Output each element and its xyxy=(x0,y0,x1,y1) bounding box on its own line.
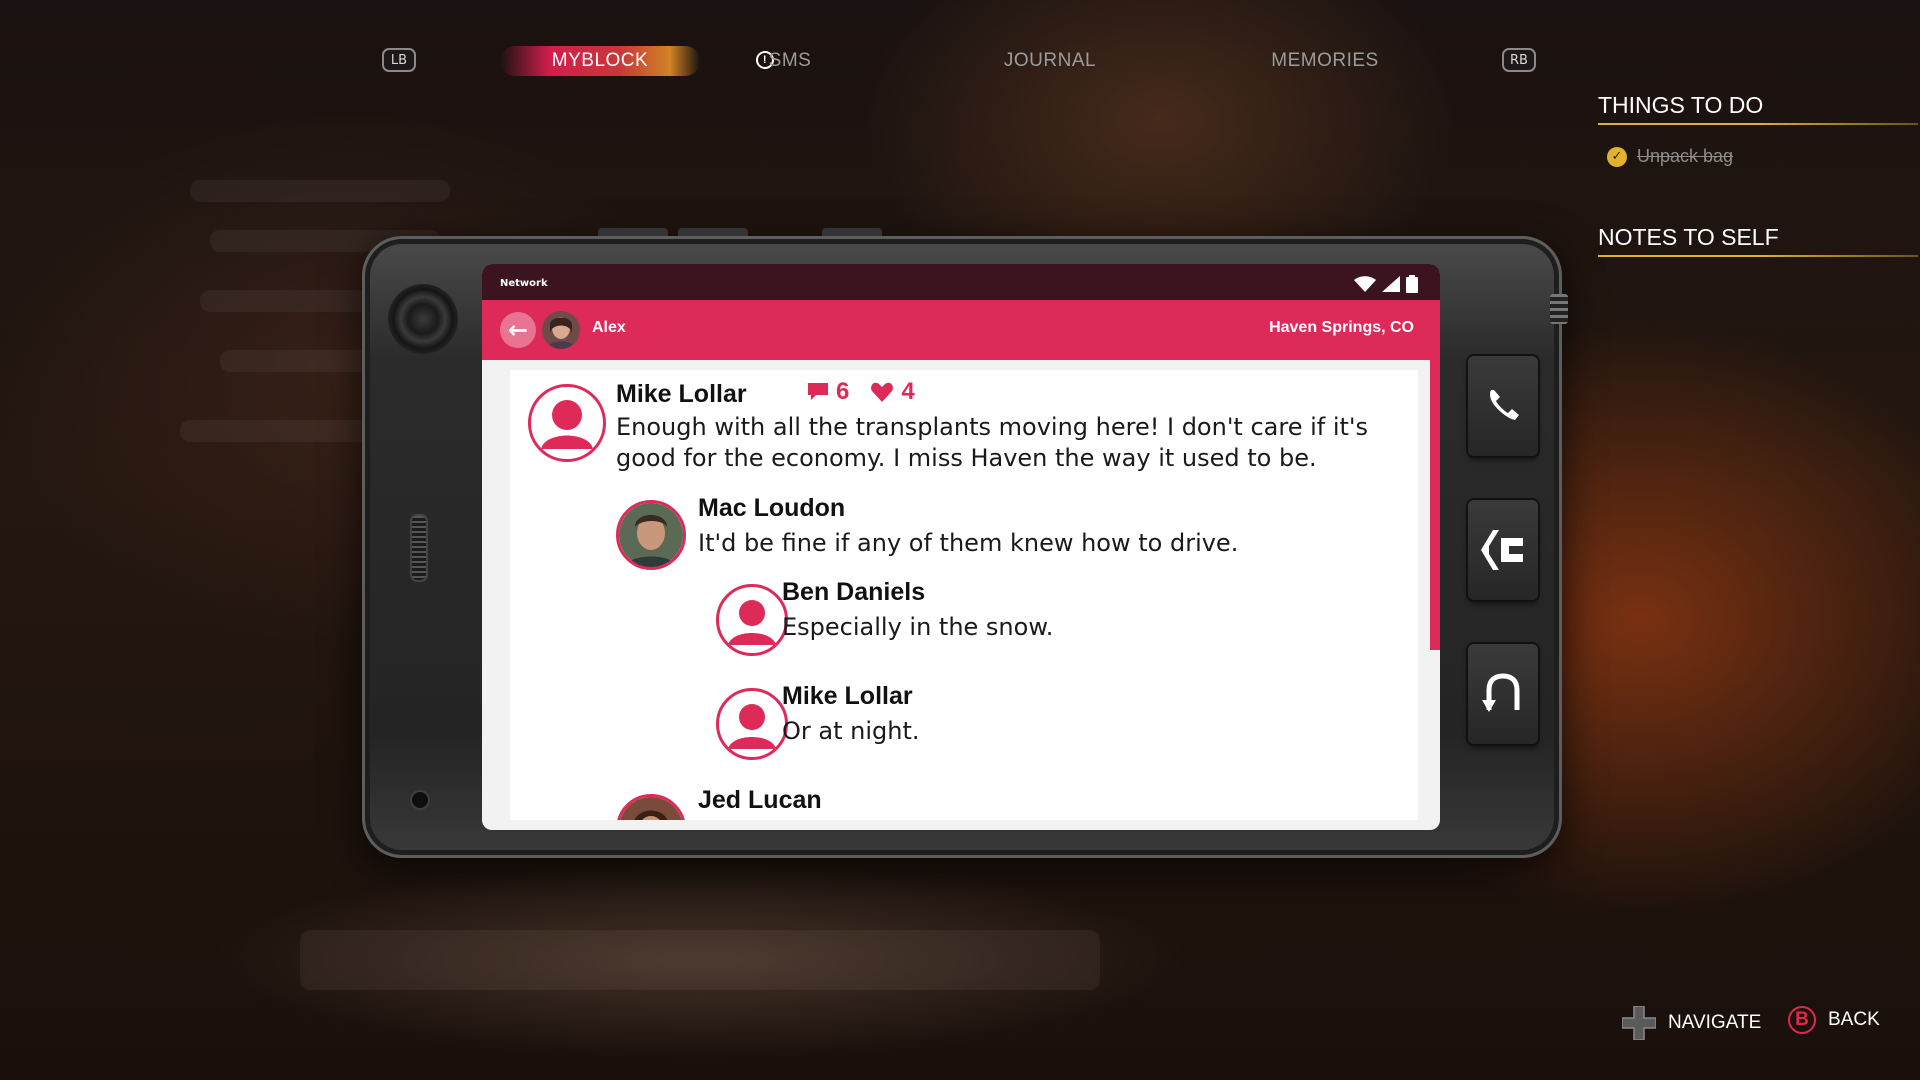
mic-dot xyxy=(410,790,430,810)
dpad-icon xyxy=(1622,1006,1656,1040)
share-icon xyxy=(1481,530,1523,570)
top-nav: LB MYBLOCK ! SMS JOURNAL MEMORIES RB xyxy=(380,38,1540,80)
avatar-default-icon xyxy=(716,688,788,760)
comment-count: 6 xyxy=(836,378,850,405)
reply-author[interactable]: Mac Loudon xyxy=(698,494,845,523)
avatar-default-icon xyxy=(716,584,788,656)
camera-lens xyxy=(388,284,458,354)
reply-author[interactable]: Ben Daniels xyxy=(782,578,925,607)
network-label: Network xyxy=(500,278,548,289)
tab-memories[interactable]: MEMORIES xyxy=(1250,46,1400,76)
reply-author[interactable]: Mike Lollar xyxy=(782,682,913,711)
phone-screen: Network ← Alex Haven Springs, CO Mike Lo… xyxy=(482,264,1440,830)
tab-myblock-label: MYBLOCK xyxy=(551,50,649,71)
back-label: BACK xyxy=(1828,1009,1880,1030)
avatar xyxy=(542,311,580,349)
reply-text: Or at night. xyxy=(782,717,920,745)
battery-icon xyxy=(1406,275,1418,293)
rb-button[interactable]: RB xyxy=(1502,48,1536,72)
speaker-grill xyxy=(410,514,428,582)
heart-icon xyxy=(871,382,894,402)
tab-journal[interactable]: JOURNAL xyxy=(980,46,1120,76)
phone-top-button xyxy=(822,228,882,236)
back-arrow-icon[interactable]: ← xyxy=(500,312,536,348)
phone-top-button xyxy=(678,228,748,236)
post-author[interactable]: Mike Lollar xyxy=(616,380,747,409)
call-key[interactable] xyxy=(1468,356,1538,456)
post-metrics: 6 4 xyxy=(808,378,915,406)
scrollbar[interactable] xyxy=(1430,360,1440,650)
avatar-default-icon xyxy=(528,384,606,462)
tab-myblock[interactable]: MYBLOCK ! xyxy=(500,46,774,76)
reply-author[interactable]: Jed Lucan xyxy=(698,786,822,815)
things-to-do-title: THINGS TO DO xyxy=(1598,92,1918,125)
avatar xyxy=(616,794,686,820)
like-count: 4 xyxy=(901,378,915,405)
b-button-icon: B xyxy=(1788,1006,1816,1034)
avatar xyxy=(616,500,686,570)
share-key[interactable] xyxy=(1468,500,1538,600)
todo-item: ✓ Unpack bag xyxy=(1607,146,1733,167)
signal-icon xyxy=(1382,276,1400,292)
comment-icon xyxy=(808,383,828,400)
reply-text: It'd be fine if any of them knew how to … xyxy=(698,529,1239,557)
wifi-icon xyxy=(1354,276,1376,292)
profile-name: Alex xyxy=(592,319,626,336)
lb-button[interactable]: LB xyxy=(382,48,416,72)
check-icon: ✓ xyxy=(1607,146,1627,167)
phone-grill xyxy=(1550,294,1568,324)
back-hint[interactable]: B BACK xyxy=(1788,1006,1880,1034)
navigate-label: NAVIGATE xyxy=(1668,1012,1762,1033)
return-key[interactable] xyxy=(1468,644,1538,744)
return-icon xyxy=(1482,673,1520,712)
post-text: Enough with all the transplants moving h… xyxy=(616,413,1369,472)
phone-call-icon xyxy=(1490,390,1519,420)
profile-header: ← Alex Haven Springs, CO xyxy=(482,300,1440,360)
reply-text: Especially in the snow. xyxy=(782,613,1054,641)
tab-sms[interactable]: SMS xyxy=(730,46,850,76)
profile-location: Haven Springs, CO xyxy=(1269,319,1414,336)
status-bar: Network xyxy=(482,264,1440,300)
notes-to-self-title: NOTES TO SELF xyxy=(1598,224,1918,257)
todo-item-label: Unpack bag xyxy=(1637,146,1734,166)
phone: Network ← Alex Haven Springs, CO Mike Lo… xyxy=(362,228,1568,858)
post-thread[interactable]: Mike Lollar 6 4 Enough with all the tran… xyxy=(510,370,1418,820)
navigate-hint: NAVIGATE xyxy=(1622,1006,1761,1040)
phone-top-button xyxy=(598,228,668,236)
